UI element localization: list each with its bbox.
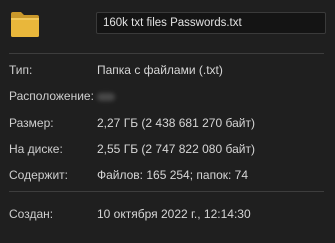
header: 160k txt files Passwords.txt [0,0,335,50]
contains-value: Файлов: 165 254; папок: 74 [97,168,249,182]
redacted-location [97,93,115,101]
location-row: Расположение: [0,89,335,107]
type-row: Тип: Папка с файлами (.txt) [0,63,335,81]
contains-row: Содержит: Файлов: 165 254; папок: 74 [0,168,335,186]
location-value [97,89,115,104]
divider [9,191,324,192]
contains-label: Содержит: [9,168,68,182]
created-label: Создан: [9,207,54,221]
size-label: Размер: [9,116,54,130]
on-disk-value: 2,55 ГБ (2 747 822 080 байт) [97,142,255,156]
size-row: Размер: 2,27 ГБ (2 438 681 270 байт) [0,116,335,134]
properties-panel: 160k txt files Passwords.txt Тип: Папка … [0,0,335,243]
divider [9,53,324,54]
on-disk-label: На диске: [9,142,63,156]
location-label: Расположение: [9,89,94,103]
created-value: 10 октября 2022 г., 12:14:30 [97,207,251,221]
size-value: 2,27 ГБ (2 438 681 270 байт) [97,116,255,130]
on-disk-row: На диске: 2,55 ГБ (2 747 822 080 байт) [0,142,335,160]
folder-icon [10,10,40,38]
file-name-field[interactable]: 160k txt files Passwords.txt [96,12,326,34]
type-value: Папка с файлами (.txt) [97,63,223,77]
type-label: Тип: [9,63,33,77]
created-row: Создан: 10 октября 2022 г., 12:14:30 [0,207,335,225]
